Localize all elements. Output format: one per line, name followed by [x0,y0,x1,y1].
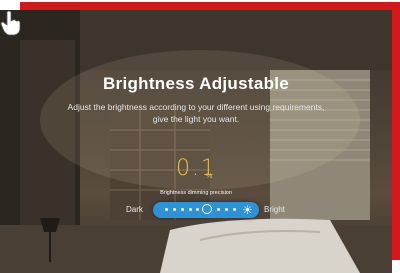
living-room-photo: Brightness Adjustable Adjust the brightn… [0,10,392,273]
slider-dot [165,208,168,211]
frame-accent-top [20,2,400,10]
slider-dot [233,208,236,211]
hand-pointer-icon [0,10,21,36]
subtitle-line-1: Adjust the brightness according to your … [67,102,325,112]
subtitle-line-2: give the light you want. [152,114,240,124]
precision-label: Brightness dimming precision [160,190,232,196]
slider-dot [196,208,199,211]
slider-dot [181,208,184,211]
slider-dot [173,208,176,211]
slider-knob[interactable] [202,204,212,214]
slider-max-label: Bright [264,205,285,214]
slider-dot [217,208,220,211]
precision-unit: % [206,173,213,180]
sun-icon: ☀ [242,203,253,217]
slider-dot [225,208,228,211]
slider-dot [189,208,192,211]
brightness-slider[interactable]: ☀ [153,202,259,218]
headline: Brightness Adjustable [102,74,290,93]
frame-accent-right [392,2,400,260]
slider-min-label: Dark [126,205,143,214]
